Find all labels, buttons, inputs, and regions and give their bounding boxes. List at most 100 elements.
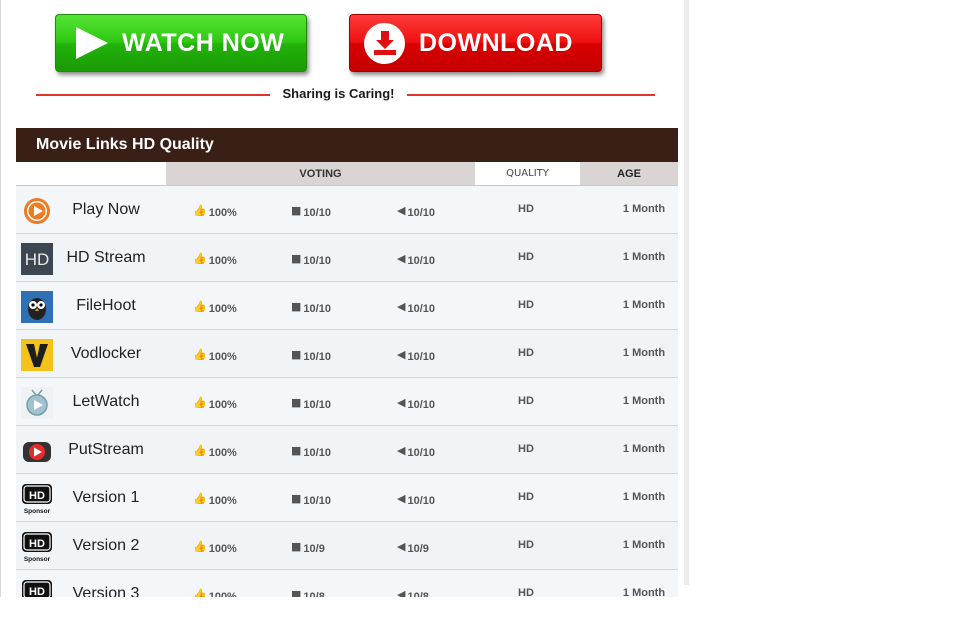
- table-row[interactable]: HD Sponsor Version 1 👍 100% ■ 10/10 ◀ 10/10 HD 1 M…: [16, 474, 678, 522]
- vodlocker-icon[interactable]: [21, 339, 53, 371]
- table-row[interactable]: HDSponsorVersion 3👍100%■10/8◀10/8HD1 Mon…: [16, 570, 678, 597]
- speaker-icon: ◀: [397, 252, 406, 265]
- age-value: 1 Month: [622, 587, 666, 597]
- thumbs-up-icon: 👍: [193, 396, 207, 409]
- audio-rating: ◀ 10/10: [397, 186, 435, 233]
- thumbs-up-icon: 👍: [193, 252, 207, 265]
- hd-stream-icon[interactable]: HD: [21, 243, 53, 275]
- audio-rating: ◀ 10/10: [397, 330, 435, 377]
- audio-value: 10/9: [407, 543, 429, 555]
- like-value: 100%: [208, 207, 237, 219]
- site-name-link[interactable]: Vodlocker: [56, 330, 156, 377]
- site-name-link[interactable]: PutStream: [56, 426, 156, 473]
- video-rating: ■ 10/8: [291, 570, 325, 597]
- svg-text:Sponsor: Sponsor: [24, 508, 51, 515]
- svg-text:HD: HD: [29, 586, 45, 597]
- video-value: 10/10: [303, 207, 331, 219]
- voting-column-header: VOTING: [166, 162, 475, 186]
- links-table-body: Play Now 👍 100% ■ 10/10 ◀ 10/10 HD 1 Month HD HD S…: [16, 186, 678, 597]
- site-name-link[interactable]: Version 1: [56, 474, 156, 521]
- audio-rating: ◀ 10/10: [397, 234, 435, 281]
- age-value: 1 Month: [622, 347, 666, 359]
- video-camera-icon: ■: [291, 348, 302, 361]
- quality-value: HD: [518, 539, 534, 551]
- site-name-link[interactable]: LetWatch: [56, 378, 156, 425]
- thumbs-up-icon: 👍: [193, 492, 207, 505]
- speaker-icon: ◀: [397, 540, 406, 553]
- filehoot-icon[interactable]: [21, 291, 53, 323]
- speaker-icon: ◀: [397, 396, 406, 409]
- video-rating: ■ 10/10: [291, 330, 331, 377]
- video-camera-icon: ■: [291, 204, 302, 217]
- thumbs-up-icon: 👍: [193, 204, 207, 217]
- site-name-link[interactable]: Version 3: [56, 570, 156, 597]
- like-value: 100%: [208, 351, 237, 363]
- audio-value: 10/8: [407, 591, 429, 597]
- speaker-icon: ◀: [397, 348, 406, 361]
- video-camera-icon: ■: [291, 540, 302, 553]
- speaker-icon: ◀: [397, 204, 406, 217]
- thumbs-up-icon: 👍: [193, 540, 207, 553]
- divider-left: [36, 94, 270, 96]
- age-value: 1 Month: [622, 251, 666, 263]
- like-rating: 👍 100%: [193, 234, 237, 281]
- video-value: 10/10: [303, 399, 331, 411]
- svg-text:HD: HD: [29, 538, 45, 550]
- site-name-link[interactable]: Play Now: [56, 186, 156, 233]
- video-camera-icon: ■: [291, 444, 302, 457]
- video-camera-icon: ■: [291, 300, 302, 313]
- audio-value: 10/10: [407, 255, 435, 267]
- age-value: 1 Month: [622, 491, 666, 503]
- download-icon: [364, 22, 405, 64]
- site-name-link[interactable]: FileHoot: [56, 282, 156, 329]
- quality-value: HD: [518, 491, 534, 503]
- table-row[interactable]: FileHoot 👍 100% ■ 10/10 ◀ 10/10 HD 1 Month: [16, 282, 678, 330]
- hd-sponsor-icon[interactable]: HD Sponsor: [21, 531, 53, 563]
- like-value: 100%: [208, 399, 237, 411]
- audio-rating: ◀ 10/8: [397, 570, 429, 597]
- audio-rating: ◀ 10/10: [397, 378, 435, 425]
- letwatch-icon[interactable]: [21, 387, 53, 419]
- table-row[interactable]: PutStream 👍 100% ■ 10/10 ◀ 10/10 HD 1 Month: [16, 426, 678, 474]
- quality-value: HD: [518, 443, 534, 455]
- table-row[interactable]: Vodlocker 👍 100% ■ 10/10 ◀ 10/10 HD 1 Month: [16, 330, 678, 378]
- download-button[interactable]: DOWNLOAD: [349, 14, 602, 72]
- quality-value: HD: [518, 203, 534, 215]
- hd-sponsor-icon[interactable]: HDSponsor: [21, 579, 53, 597]
- download-label: DOWNLOAD: [419, 28, 573, 57]
- thumbs-up-icon: 👍: [193, 588, 207, 597]
- video-rating: ■ 10/10: [291, 378, 331, 425]
- age-value: 1 Month: [622, 203, 666, 215]
- divider-right: [407, 94, 655, 96]
- table-row[interactable]: LetWatch 👍 100% ■ 10/10 ◀ 10/10 HD 1 Month: [16, 378, 678, 426]
- hd-sponsor-icon[interactable]: HDSponsor: [21, 483, 53, 515]
- video-rating: ■ 10/10: [291, 234, 331, 281]
- video-value: 10/10: [303, 447, 331, 459]
- like-rating: 👍 100%: [193, 330, 237, 377]
- svg-text:Sponsor: Sponsor: [24, 556, 51, 563]
- table-row[interactable]: Play Now 👍 100% ■ 10/10 ◀ 10/10 HD 1 Month: [16, 186, 678, 234]
- site-name-link[interactable]: HD Stream: [56, 234, 156, 281]
- play-now-icon[interactable]: [21, 195, 53, 227]
- age-value: 1 Month: [622, 299, 666, 311]
- video-rating: ■ 10/10: [291, 186, 331, 233]
- like-value: 100%: [208, 495, 237, 507]
- video-value: 10/10: [303, 351, 331, 363]
- putstream-icon[interactable]: [21, 435, 53, 467]
- table-row[interactable]: HD Sponsor Version 2 👍 100% ■ 10/9 ◀ 10/9 HD 1 Mon…: [16, 522, 678, 570]
- thumbs-up-icon: 👍: [193, 300, 207, 313]
- like-value: 100%: [208, 543, 237, 555]
- like-rating: 👍 100%: [193, 570, 237, 597]
- svg-text:HD: HD: [25, 250, 50, 269]
- video-camera-icon: ■: [291, 252, 302, 265]
- like-rating: 👍 100%: [193, 426, 237, 473]
- watch-now-button[interactable]: WATCH NOW: [55, 14, 307, 72]
- video-camera-icon: ■: [291, 588, 302, 597]
- table-row[interactable]: HD HD Stream 👍 100% ■ 10/10 ◀ 10/10 HD 1 Month: [16, 234, 678, 282]
- site-name-link[interactable]: Version 2: [56, 522, 156, 569]
- speaker-icon: ◀: [397, 588, 406, 597]
- speaker-icon: ◀: [397, 300, 406, 313]
- audio-rating: ◀ 10/9: [397, 522, 429, 569]
- like-rating: 👍 100%: [193, 378, 237, 425]
- like-value: 100%: [208, 591, 237, 597]
